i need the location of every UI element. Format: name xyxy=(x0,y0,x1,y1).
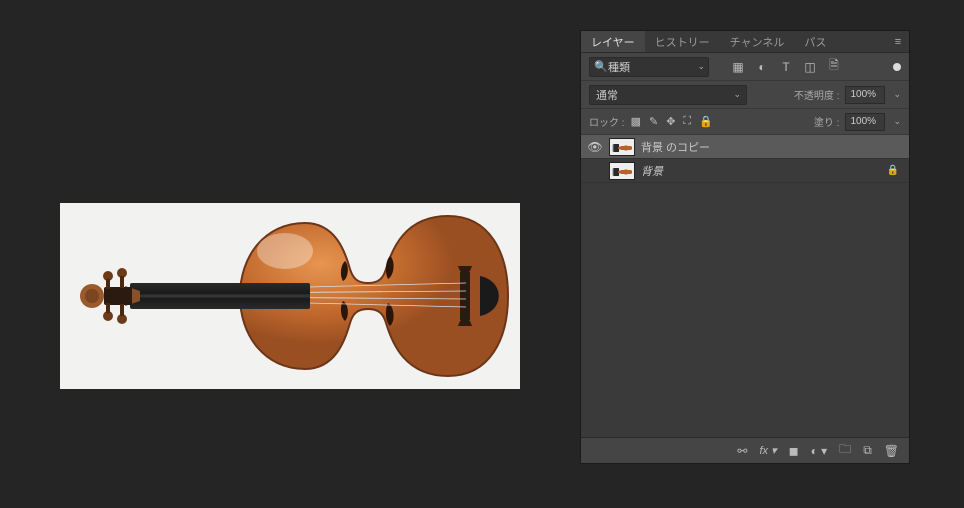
layer-filter[interactable]: 🔍 ⌄ xyxy=(589,57,709,77)
panel-footer: ⚯ fx ▾ ◼ ◐ ▾ 🗀 ⧉ 🗑 xyxy=(581,437,909,463)
visibility-toggle[interactable]: 👁 xyxy=(587,140,603,154)
filter-image-icon[interactable]: ▦ xyxy=(731,60,745,74)
blend-row: 通常 ⌄ 不透明度 : ⌄ xyxy=(581,81,909,109)
layer-list: 👁 背景 のコピー 背景 🔒 xyxy=(581,135,909,437)
filter-type-icons: ▦ ◐ T ◫ 🗎 xyxy=(731,56,841,77)
tab-layers[interactable]: レイヤー xyxy=(581,31,645,52)
blend-mode-value: 通常 xyxy=(596,87,618,103)
layer-name[interactable]: 背景 xyxy=(641,163,881,179)
trash-icon[interactable]: 🗑 xyxy=(884,444,899,458)
opacity-label: 不透明度 : xyxy=(794,87,840,102)
panel-tabs: レイヤー ヒストリー チャンネル パス ≡ xyxy=(581,31,909,53)
lock-transparency-icon[interactable]: ▩ xyxy=(631,115,641,128)
lock-artboard-icon[interactable]: ⛶ xyxy=(683,115,691,128)
opacity-input[interactable] xyxy=(845,86,885,104)
blend-mode-select[interactable]: 通常 ⌄ xyxy=(589,85,747,105)
filter-type-icon[interactable]: T xyxy=(779,60,793,74)
lock-all-icon[interactable]: 🔒 xyxy=(699,115,713,128)
tab-channels[interactable]: チャンネル xyxy=(720,31,795,52)
chevron-down-icon[interactable]: ⌄ xyxy=(893,116,901,127)
layer-row[interactable]: 👁 背景 のコピー xyxy=(581,135,909,159)
mask-icon[interactable]: ◼ xyxy=(789,444,799,458)
layers-panel: レイヤー ヒストリー チャンネル パス ≡ 🔍 ⌄ ▦ ◐ T ◫ 🗎 通常 ⌄… xyxy=(580,30,910,464)
fx-icon[interactable]: fx ▾ xyxy=(759,444,776,457)
layer-name[interactable]: 背景 のコピー xyxy=(641,139,903,155)
chevron-down-icon: ⌄ xyxy=(733,89,741,100)
filter-input[interactable] xyxy=(589,57,709,77)
panel-menu-icon[interactable]: ≡ xyxy=(887,31,909,52)
new-layer-icon[interactable]: ⧉ xyxy=(863,443,872,458)
adjustment-layer-icon[interactable]: ◐ ▾ xyxy=(811,444,828,458)
filter-shape-icon[interactable]: ◫ xyxy=(803,60,817,74)
lock-position-icon[interactable]: ✥ xyxy=(666,115,675,128)
canvas-image xyxy=(70,211,510,381)
fill-input[interactable] xyxy=(845,113,885,131)
tab-history[interactable]: ヒストリー xyxy=(645,31,720,52)
group-icon[interactable]: 🗀 xyxy=(839,440,851,461)
lock-row: ロック : ▩ ✎ ✥ ⛶ 🔒 塗り : ⌄ xyxy=(581,109,909,135)
canvas[interactable] xyxy=(60,203,520,389)
layer-thumbnail[interactable] xyxy=(609,162,635,180)
lock-paint-icon[interactable]: ✎ xyxy=(649,115,658,128)
fill-label: 塗り : xyxy=(814,114,840,129)
layer-thumbnail[interactable] xyxy=(609,138,635,156)
lock-icon: 🔒 xyxy=(887,165,899,176)
lock-label: ロック : xyxy=(589,114,625,129)
filter-adjust-icon[interactable]: ◐ xyxy=(755,60,769,74)
chevron-down-icon[interactable]: ⌄ xyxy=(893,89,901,100)
layer-row[interactable]: 背景 🔒 xyxy=(581,159,909,183)
filter-row: 🔍 ⌄ ▦ ◐ T ◫ 🗎 xyxy=(581,53,909,81)
link-layers-icon[interactable]: ⚯ xyxy=(737,444,747,458)
tab-paths[interactable]: パス xyxy=(794,31,836,52)
filter-toggle[interactable] xyxy=(893,63,901,71)
filter-smart-icon[interactable]: 🗎 xyxy=(827,56,841,77)
